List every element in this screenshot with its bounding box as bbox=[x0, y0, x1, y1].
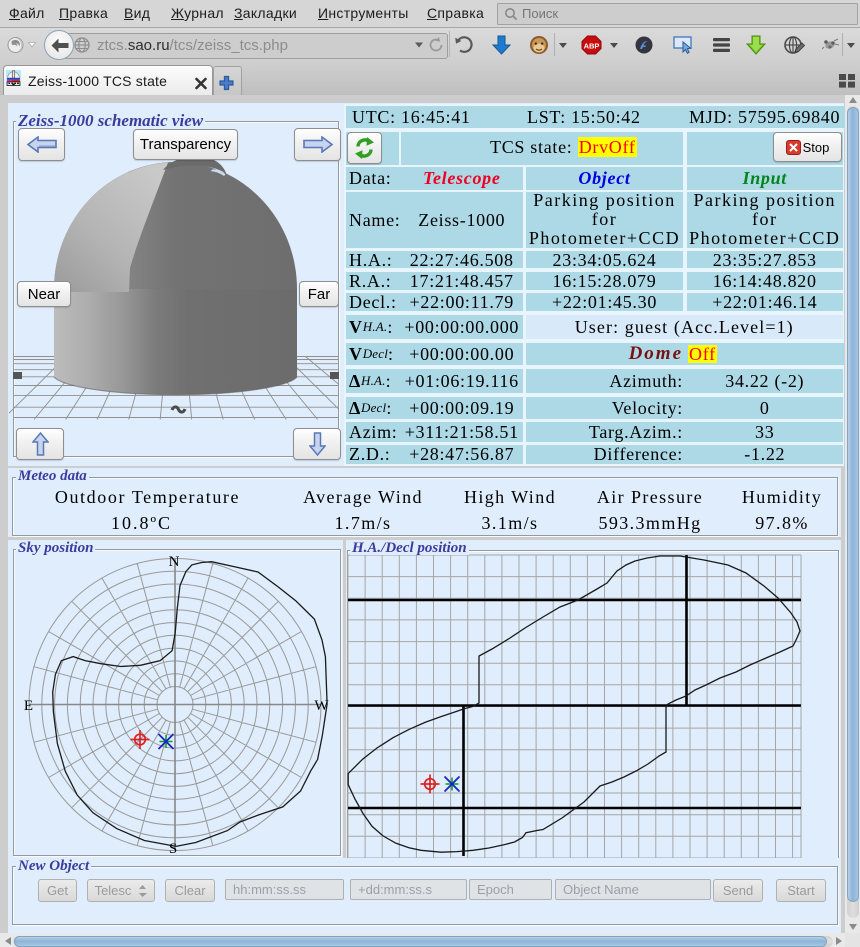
svg-text:E: E bbox=[24, 698, 33, 714]
svg-text:N: N bbox=[169, 554, 180, 570]
svg-text:W: W bbox=[314, 698, 329, 714]
svg-text:ABP: ABP bbox=[584, 42, 600, 51]
svg-text:S: S bbox=[169, 841, 177, 857]
